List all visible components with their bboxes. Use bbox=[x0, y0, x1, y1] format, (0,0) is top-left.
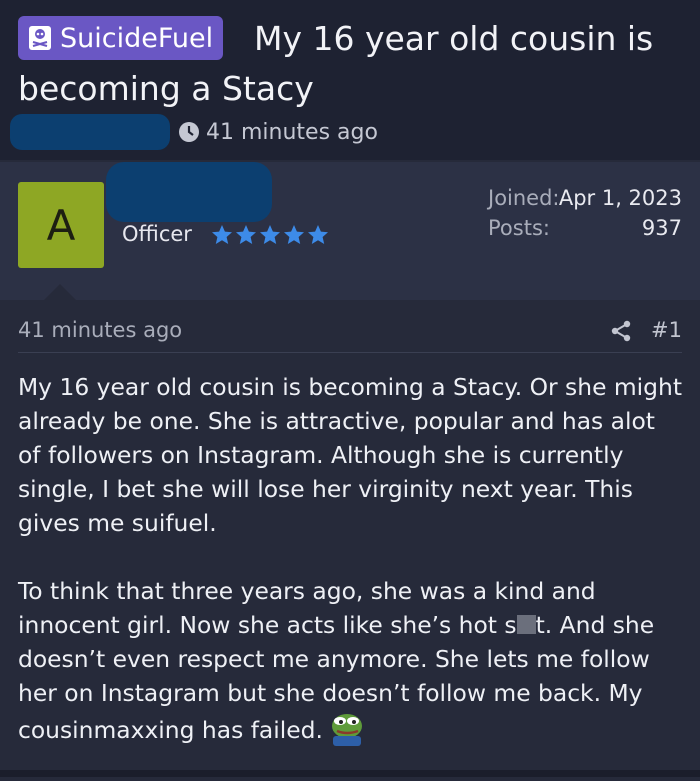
post-author-bar: A Officer Joined: Apr 1, 2023 Posts: 937 bbox=[0, 162, 700, 300]
star-icon bbox=[284, 225, 304, 244]
joined-label: Joined: bbox=[488, 186, 560, 210]
star-icon bbox=[236, 225, 256, 244]
post-paragraph: My 16 year old cousin is becoming a Stac… bbox=[18, 373, 683, 537]
share-icon[interactable] bbox=[610, 320, 632, 342]
post-body: My 16 year old cousin is becoming a Stac… bbox=[18, 370, 683, 781]
star-icon bbox=[308, 225, 328, 244]
thread-meta: 41 minutes ago bbox=[10, 112, 378, 152]
avatar[interactable]: A bbox=[18, 182, 104, 268]
clock-icon bbox=[179, 122, 199, 142]
post-time[interactable]: 41 minutes ago bbox=[18, 318, 182, 342]
joined-value: Apr 1, 2023 bbox=[558, 186, 682, 210]
thread-title: My 16 year old cousin is becoming a Stac… bbox=[18, 19, 654, 108]
pepe-emoji-icon bbox=[331, 714, 362, 746]
censor-box bbox=[516, 615, 536, 634]
star-icon bbox=[212, 225, 232, 244]
thread-time[interactable]: 41 minutes ago bbox=[206, 120, 378, 145]
star-icon bbox=[260, 225, 280, 244]
user-role: Officer bbox=[122, 222, 192, 246]
page-bottom-edge bbox=[0, 770, 700, 777]
redacted-username bbox=[106, 162, 272, 222]
posts-label: Posts: bbox=[488, 216, 550, 240]
thread-header: SuicideFuel My 16 year old cousin is bec… bbox=[0, 0, 700, 160]
message-pointer bbox=[44, 284, 76, 300]
rank-stars bbox=[210, 223, 330, 247]
post-meta: 41 minutes ago #1 bbox=[18, 316, 682, 353]
redacted-author-name bbox=[10, 114, 170, 150]
post-text-part: To think that three years ago, she was a… bbox=[18, 577, 596, 639]
post-paragraph: To think that three years ago, she was a… bbox=[18, 574, 683, 747]
post-number-link[interactable]: #1 bbox=[651, 318, 682, 342]
posts-value: 937 bbox=[641, 216, 682, 240]
